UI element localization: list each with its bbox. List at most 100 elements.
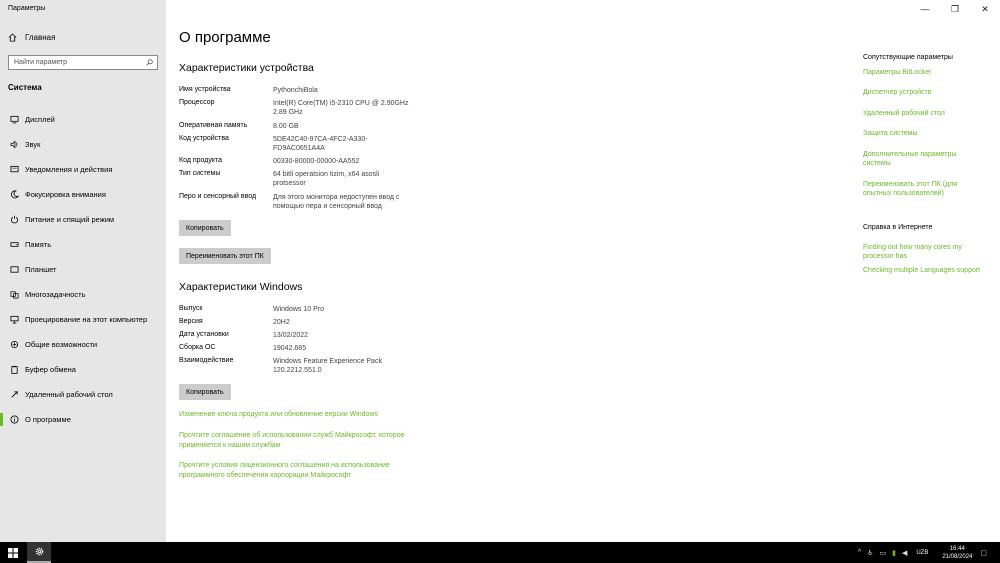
languages-help-link[interactable]: Checking multiple Languages support	[863, 266, 988, 275]
sidebar-item-projecting[interactable]: Проецирование на этот компьютер	[0, 307, 166, 332]
bitlocker-link[interactable]: Параметры BitLocker	[863, 68, 988, 77]
notification-center-icon[interactable]: ▢	[980, 549, 987, 557]
volume-icon[interactable]: ◀	[902, 549, 907, 557]
minimize-button[interactable]: —	[913, 4, 937, 14]
accessibility-icon[interactable]: ♿	[867, 549, 873, 557]
spec-label: Перо и сенсорный ввод	[179, 193, 257, 200]
spec-label: Код устройства	[179, 135, 229, 142]
settings-taskbar-button[interactable]	[27, 542, 51, 563]
spec-label: Процессор	[179, 99, 215, 106]
home-nav-item[interactable]: Главная	[8, 33, 55, 42]
copy-windows-specs-button[interactable]: Копировать	[179, 384, 231, 400]
rename-pc-advanced-link[interactable]: Переименовать этот ПК (для опытных польз…	[863, 180, 978, 198]
device-manager-link[interactable]: Диспетчер устройств	[863, 88, 988, 97]
sidebar-item-shared[interactable]: Общие возможности	[0, 332, 166, 357]
sidebar-item-storage[interactable]: Память	[0, 232, 166, 257]
display-icon	[10, 115, 19, 124]
sidebar-item-remote-desktop[interactable]: Удаленный рабочий стол	[0, 382, 166, 407]
system-tray: ^ ♿ ▭ ▮ ◀ UZB 16:44 21/08/2024 ▢	[855, 542, 990, 563]
spec-value: Для этого монитора недоступен ввод с пом…	[273, 194, 400, 210]
spec-label: Сборка ОС	[179, 344, 216, 351]
app-title: Параметры	[8, 5, 46, 12]
copy-device-specs-button[interactable]: Копировать	[179, 220, 231, 236]
home-label: Главная	[25, 33, 56, 42]
sound-icon	[10, 140, 18, 149]
system-protection-link[interactable]: Защита системы	[863, 129, 988, 138]
maximize-button[interactable]: ❐	[943, 4, 967, 15]
windows-logo-icon	[8, 547, 18, 558]
search-input[interactable]: Найти параметр	[8, 55, 158, 70]
related-settings-heading: Сопутствующие параметры	[863, 54, 953, 61]
chevron-up-icon[interactable]: ^	[858, 549, 861, 556]
spec-value: 19042.685	[273, 345, 307, 352]
sidebar-item-notifications[interactable]: Уведомления и действия	[0, 157, 166, 182]
spec-label: Код продукта	[179, 157, 223, 164]
search-placeholder: Найти параметр	[14, 59, 67, 66]
spec-label: Выпуск	[179, 305, 203, 312]
tablet-icon	[10, 266, 19, 273]
spec-value: 20H2	[273, 319, 290, 326]
clock[interactable]: 16:44 21/08/2024	[942, 545, 972, 561]
license-terms-link[interactable]: Прочтите условия лицензионного соглашени…	[179, 461, 419, 481]
battery-icon[interactable]: ▮	[892, 549, 896, 557]
change-product-key-link[interactable]: Изменение ключа продукта или обновление …	[179, 410, 419, 420]
sidebar-item-label: Многозадачность	[25, 290, 86, 299]
sidebar-item-label: О программе	[25, 415, 71, 424]
sidebar-item-clipboard[interactable]: Буфер обмена	[0, 357, 166, 382]
sidebar-item-focus[interactable]: Фокусировка внимания	[0, 182, 166, 207]
shared-icon	[10, 340, 19, 349]
sidebar-item-label: Звук	[25, 140, 41, 149]
multitasking-icon	[10, 291, 19, 299]
section-title: Система	[8, 83, 42, 92]
sidebar-item-label: Уведомления и действия	[25, 165, 113, 174]
spec-value: 00330-80000-00000-AA552	[273, 158, 360, 165]
start-button[interactable]	[0, 542, 26, 563]
cores-help-link[interactable]: Finding out how many cores my processor …	[863, 243, 978, 261]
sidebar-item-label: Буфер обмена	[25, 365, 76, 374]
spec-value: 5DE42C40-97CA-4FC2-A330-FD9AC0651A4A	[273, 136, 368, 152]
spec-label: Дата установки	[179, 331, 229, 338]
spec-label: Взаимодействие	[179, 357, 234, 364]
spec-value: Windows 10 Pro	[273, 306, 324, 313]
sidebar-item-power[interactable]: Питание и спящий режим	[0, 207, 166, 232]
spec-value: 13/02/2022	[273, 332, 309, 339]
spec-label: Оперативная память	[179, 122, 248, 129]
sidebar-item-label: Память	[25, 240, 52, 249]
info-icon	[10, 415, 19, 424]
sidebar-item-multitasking[interactable]: Многозадачность	[0, 282, 166, 307]
language-indicator[interactable]: UZB	[916, 550, 928, 556]
clipboard-icon	[11, 365, 18, 374]
spec-value: Windows Feature Experience Pack 120.2212…	[273, 358, 382, 374]
taskbar: ^ ♿ ▭ ▮ ◀ UZB 16:44 21/08/2024 ▢	[0, 542, 1000, 563]
spec-label: Тип системы	[179, 170, 221, 177]
sidebar-item-label: Фокусировка внимания	[25, 190, 106, 199]
spec-value: 8.00 GB	[273, 123, 299, 130]
sidebar: Параметры Главная Найти параметр Система…	[0, 0, 166, 542]
sidebar-item-display[interactable]: Дисплей	[0, 107, 166, 132]
network-icon[interactable]: ▭	[879, 549, 886, 557]
sidebar-item-tablet[interactable]: Планшет	[0, 257, 166, 282]
sidebar-item-about[interactable]: О программе	[0, 407, 166, 432]
close-button[interactable]: ✕	[973, 4, 997, 15]
remote-desktop-link[interactable]: Удаленный рабочий стол	[863, 109, 988, 118]
sidebar-item-label: Планшет	[25, 265, 57, 274]
window-controls: — ❐ ✕	[910, 0, 1000, 18]
advanced-system-settings-link[interactable]: Дополнительные параметры системы	[863, 150, 973, 168]
home-icon	[8, 33, 17, 42]
sidebar-item-label: Дисплей	[25, 115, 55, 124]
services-agreement-link[interactable]: Прочтите соглашение об использовании слу…	[179, 431, 419, 451]
notifications-icon	[10, 165, 19, 173]
rename-pc-button[interactable]: Переименовать этот ПК	[179, 248, 271, 264]
web-help-heading: Справка в Интернете	[863, 224, 933, 231]
clock-time: 16:44	[949, 545, 965, 552]
clock-date: 21/08/2024	[942, 553, 973, 560]
spec-value: Intel(R) Core(TM) i5-2310 CPU @ 2.90GHz …	[273, 100, 409, 116]
sidebar-item-sound[interactable]: Звук	[0, 132, 166, 157]
sidebar-item-label: Удаленный рабочий стол	[25, 390, 113, 399]
gear-icon	[35, 547, 43, 556]
spec-label: Имя устройства	[179, 86, 231, 93]
sidebar-item-label: Общие возможности	[25, 340, 98, 349]
device-specs-heading: Характеристики устройства	[179, 62, 314, 74]
sidebar-item-label: Проецирование на этот компьютер	[25, 315, 148, 324]
search-icon[interactable]	[146, 59, 153, 66]
